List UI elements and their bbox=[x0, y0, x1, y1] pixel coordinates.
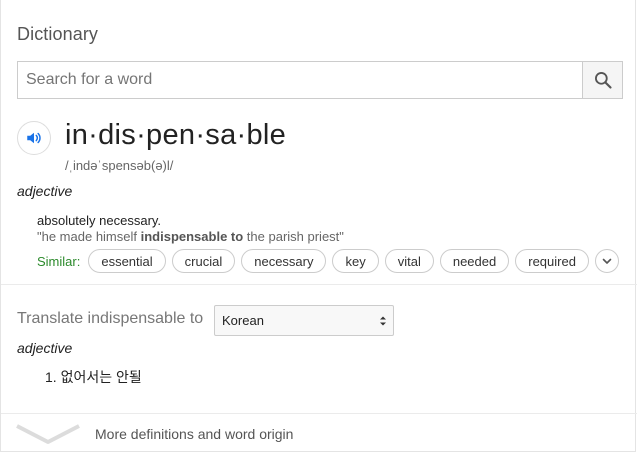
language-select[interactable]: Korean bbox=[214, 305, 394, 336]
example-prefix: "he made himself bbox=[37, 229, 141, 244]
similar-word-chip[interactable]: key bbox=[332, 249, 379, 273]
expand-similar-button[interactable] bbox=[594, 249, 619, 273]
example-sentence: "he made himself indispensable to the pa… bbox=[37, 229, 344, 244]
similar-label: Similar: bbox=[37, 253, 81, 269]
similar-word-chip[interactable]: essential bbox=[88, 249, 166, 273]
more-definitions-link[interactable]: More definitions and word origin bbox=[1, 414, 637, 452]
chevron-down-icon bbox=[602, 258, 612, 264]
dictionary-card: Dictionary in·dis·pen·sa·ble /ˌindəˈspen… bbox=[0, 0, 637, 452]
search-button[interactable] bbox=[582, 62, 622, 98]
translation-item: 1. 없어서는 안될 bbox=[45, 369, 142, 385]
chevron-down-icon bbox=[16, 424, 80, 444]
section-divider bbox=[1, 284, 637, 285]
example-suffix: the parish priest" bbox=[243, 229, 344, 244]
similar-word-chip[interactable]: necessary bbox=[241, 249, 327, 273]
card-title: Dictionary bbox=[17, 24, 99, 44]
search-box bbox=[17, 61, 623, 99]
part-of-speech: adjective bbox=[17, 183, 73, 199]
select-arrows-icon bbox=[380, 316, 386, 326]
example-highlight: indispensable to bbox=[140, 229, 244, 244]
similar-word-chip[interactable]: needed bbox=[439, 249, 510, 273]
similar-words-row: Similar: essential crucial necessary key… bbox=[37, 248, 619, 274]
headword: in·dis·pen·sa·ble bbox=[65, 119, 287, 151]
definition: absolutely necessary. bbox=[37, 213, 162, 228]
similar-word-chip[interactable]: crucial bbox=[171, 249, 236, 273]
translate-label: Translate indispensable to bbox=[17, 310, 204, 327]
similar-word-chip[interactable]: vital bbox=[384, 249, 434, 273]
similar-word-chip[interactable]: required bbox=[515, 249, 589, 273]
phonetic-spelling: /ˌindəˈspensəb(ə)l/ bbox=[65, 158, 174, 173]
speaker-icon bbox=[27, 132, 41, 144]
search-input[interactable] bbox=[18, 62, 582, 98]
translation-part-of-speech: adjective bbox=[17, 340, 73, 356]
language-select-value: Korean bbox=[222, 313, 264, 328]
more-definitions-label: More definitions and word origin bbox=[95, 426, 294, 442]
search-icon bbox=[594, 72, 612, 89]
pronunciation-audio-button[interactable] bbox=[17, 121, 51, 155]
